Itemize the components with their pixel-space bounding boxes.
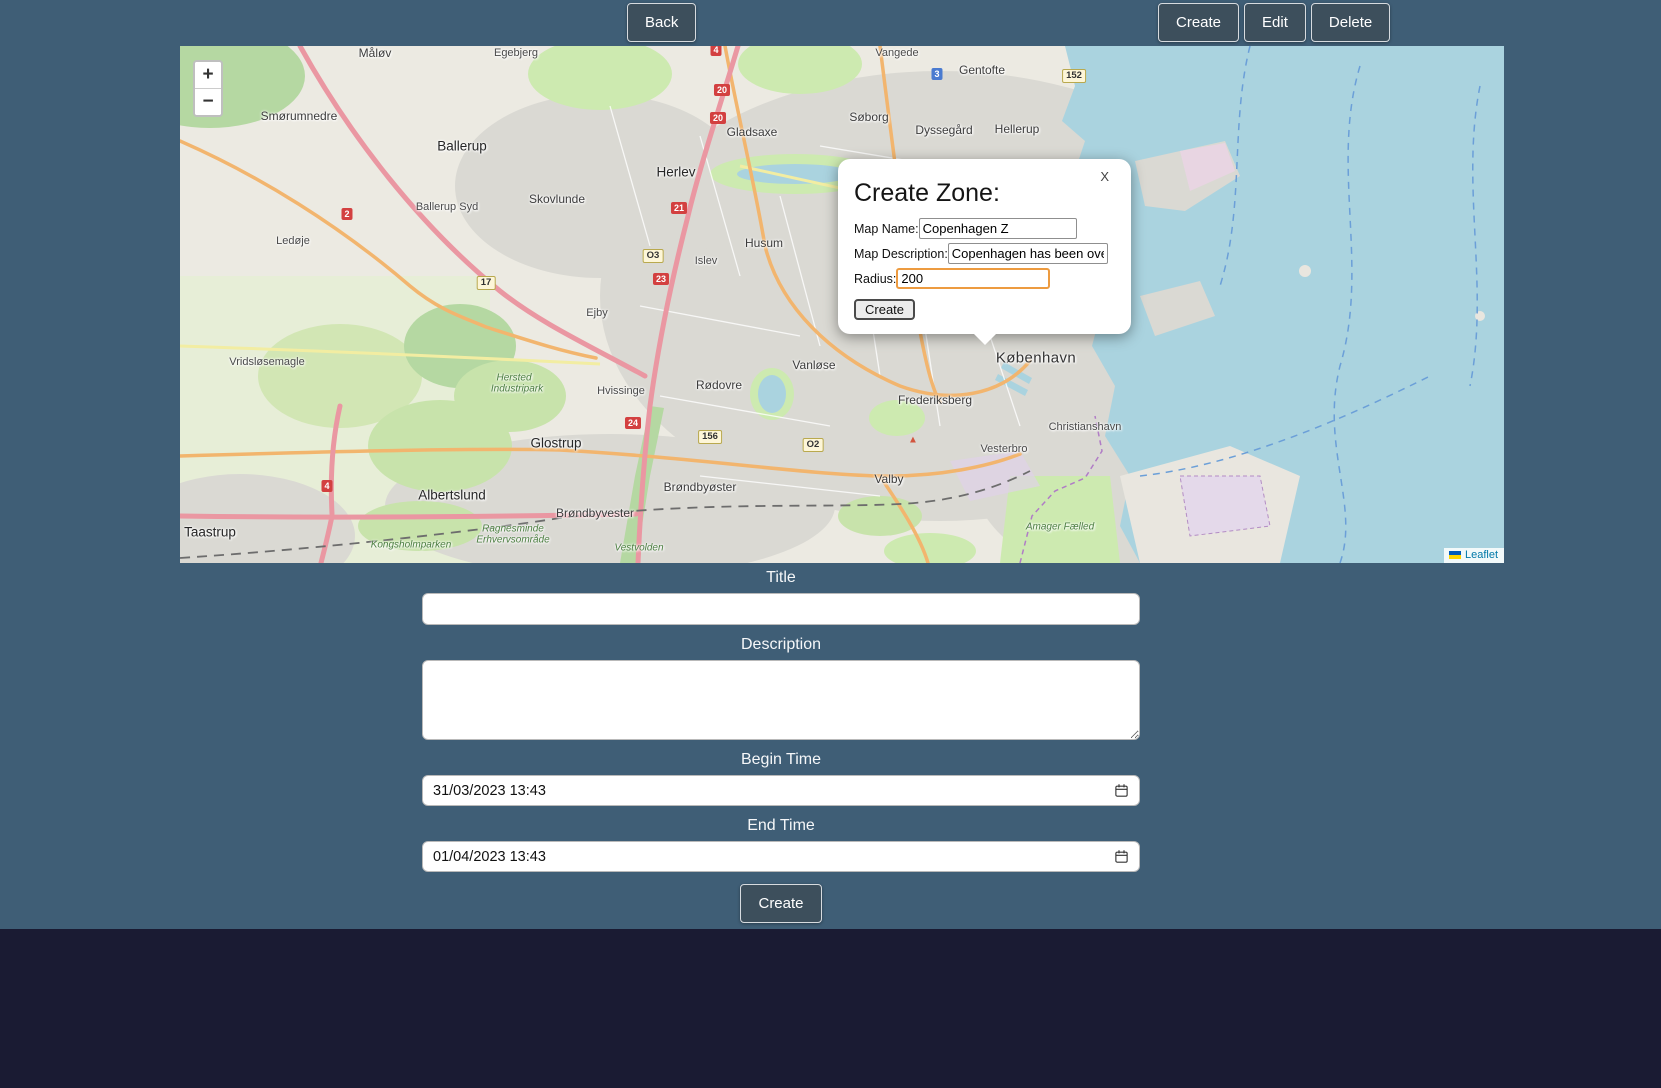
title-input[interactable] <box>422 593 1140 625</box>
create-zone-popup: X Create Zone: Map Name: Map Description… <box>838 159 1131 345</box>
description-label: Description <box>740 636 822 653</box>
map-name-input[interactable] <box>918 218 1077 239</box>
map-name-label: Map Name: <box>854 221 919 236</box>
end-time-value: 01/04/2023 13:43 <box>433 848 546 865</box>
calendar-icon[interactable] <box>1114 849 1129 864</box>
radius-input[interactable] <box>896 268 1051 289</box>
popup-title: Create Zone: <box>854 179 1000 207</box>
description-input[interactable] <box>422 660 1140 740</box>
leaflet-link[interactable]: Leaflet <box>1465 549 1498 561</box>
map-description-row: Map Description: <box>854 243 1115 264</box>
calendar-icon[interactable] <box>1114 783 1129 798</box>
map[interactable]: Måløv Egebjerg Vangede Gentofte Smørumnedre G… <box>180 46 1504 563</box>
zoom-control: + − <box>193 60 223 117</box>
radius-label: Radius: <box>854 271 897 286</box>
begin-time-label: Begin Time <box>740 751 822 768</box>
footer <box>0 929 1661 1088</box>
top-actions: Create Edit Delete <box>1158 3 1391 42</box>
map-description-label: Map Description: <box>854 246 948 261</box>
zoom-out-button[interactable]: − <box>195 88 221 115</box>
popup-create-button[interactable]: Create <box>854 299 916 320</box>
radius-row: Radius: <box>854 268 1115 289</box>
popup-close-button[interactable]: X <box>1100 169 1109 184</box>
begin-time-value: 31/03/2023 13:43 <box>433 782 546 799</box>
delete-button[interactable]: Delete <box>1310 3 1391 42</box>
form-create-button[interactable]: Create <box>740 884 822 923</box>
back-button[interactable]: Back <box>627 3 697 42</box>
title-label: Title <box>766 569 796 586</box>
end-time-input[interactable]: 01/04/2023 13:43 <box>422 841 1140 872</box>
edit-button[interactable]: Edit <box>1244 3 1306 42</box>
begin-time-input[interactable]: 31/03/2023 13:43 <box>422 775 1140 806</box>
ukraine-flag-icon <box>1448 551 1461 559</box>
map-name-row: Map Name: <box>854 218 1115 239</box>
top-bar: Back Create Edit Delete <box>0 0 1661 46</box>
create-button[interactable]: Create <box>1158 3 1240 42</box>
event-form: Title Description Begin Time 31/03/2023 … <box>422 569 1140 923</box>
map-attribution: Leaflet <box>1443 548 1504 563</box>
page: Back Create Edit Delete Måløv Egebjerg V… <box>0 0 1661 929</box>
map-description-input[interactable] <box>947 243 1108 264</box>
zoom-in-button[interactable]: + <box>195 62 221 88</box>
submit-wrap: Create <box>422 884 1140 923</box>
end-time-label: End Time <box>747 817 815 834</box>
